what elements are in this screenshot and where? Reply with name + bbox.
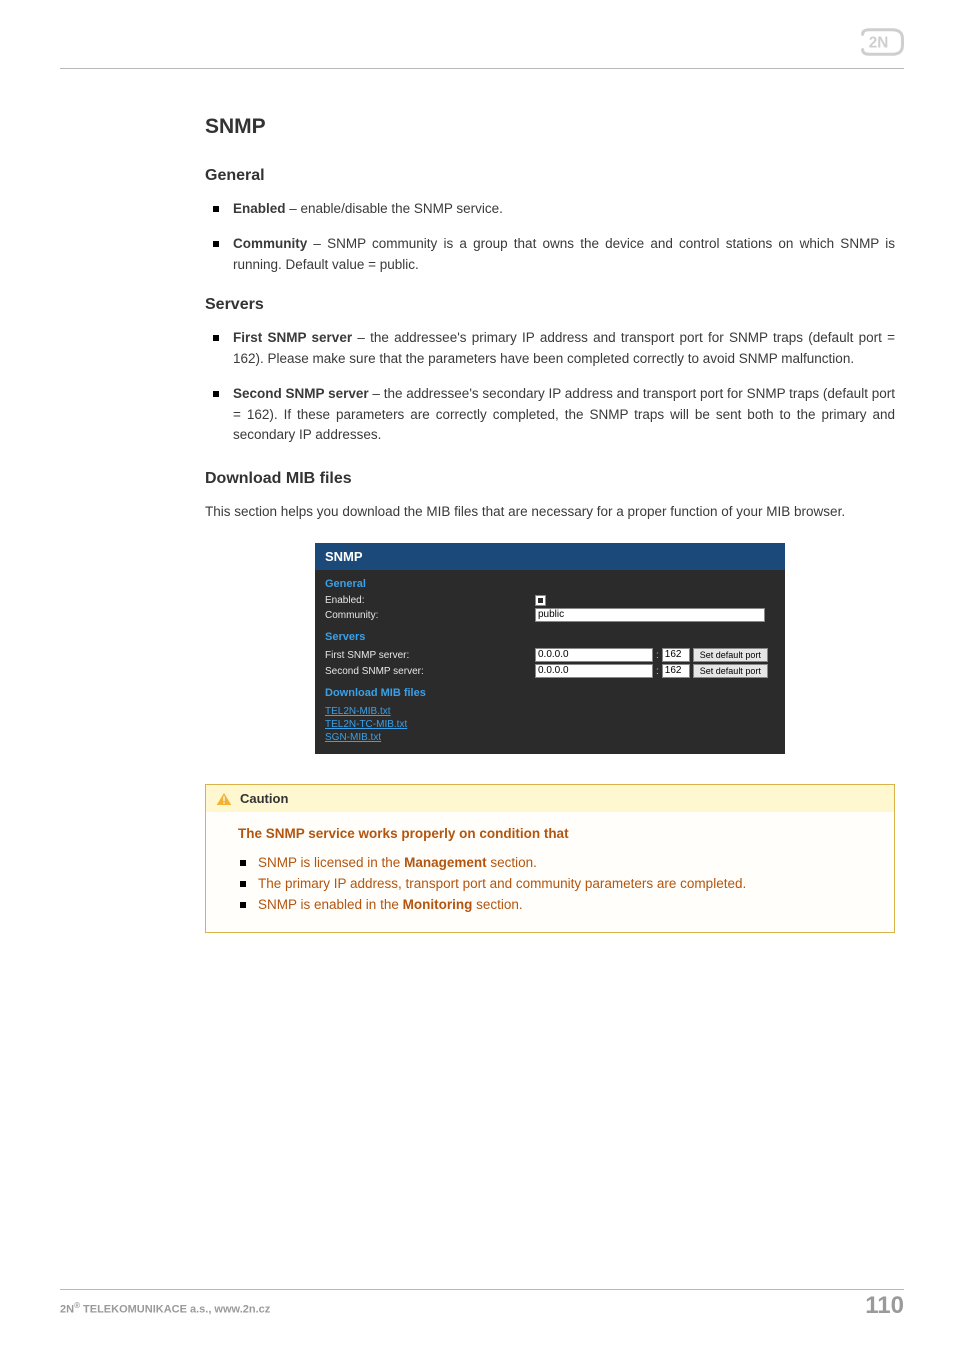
first-ip-input[interactable]: 0.0.0.0 bbox=[535, 648, 653, 662]
caution-item-1: SNMP is licensed in the Management secti… bbox=[258, 853, 876, 874]
term-first-server: First SNMP server bbox=[233, 330, 352, 345]
footer-brand: 2N® TELEKOMUNIKACE a.s., www.2n.cz bbox=[60, 1301, 270, 1316]
general-list: Enabled – enable/disable the SNMP servic… bbox=[205, 199, 895, 276]
panel-title: SNMP bbox=[315, 543, 785, 570]
panel-lbl-second: Second SNMP server: bbox=[325, 666, 535, 677]
caution-box: Caution The SNMP service works properly … bbox=[205, 784, 895, 933]
servers-heading: Servers bbox=[205, 296, 895, 314]
desc-community: – SNMP community is a group that owns th… bbox=[233, 236, 895, 272]
second-port-input[interactable]: 162 bbox=[662, 664, 690, 678]
panel-lbl-community: Community: bbox=[325, 610, 535, 621]
colon-sep: : bbox=[656, 650, 659, 661]
panel-sec-general: General bbox=[315, 570, 785, 594]
colon-sep-2: : bbox=[656, 666, 659, 677]
c3c: section. bbox=[472, 897, 522, 912]
mib-link-3[interactable]: SGN-MIB.txt bbox=[325, 731, 775, 744]
fb-prefix: 2N bbox=[60, 1304, 74, 1316]
second-ip-input[interactable]: 0.0.0.0 bbox=[535, 664, 653, 678]
page-title: SNMP bbox=[205, 115, 895, 139]
first-port-input[interactable]: 162 bbox=[662, 648, 690, 662]
footer-divider bbox=[60, 1289, 904, 1290]
first-server: First SNMP server – the addressee's prim… bbox=[233, 328, 895, 370]
mib-link-2[interactable]: TEL2N-TC-MIB.txt bbox=[325, 718, 775, 731]
enabled-checkbox[interactable] bbox=[535, 595, 546, 606]
caution-title: Caution bbox=[240, 791, 288, 806]
header-divider bbox=[60, 68, 904, 69]
warning-icon bbox=[216, 792, 232, 806]
brand-logo: 2N bbox=[858, 28, 904, 61]
c1c: section. bbox=[487, 855, 537, 870]
c1b: Management bbox=[404, 855, 487, 870]
page-number: 110 bbox=[865, 1292, 904, 1320]
term-enabled: Enabled bbox=[233, 201, 286, 216]
general-heading: General bbox=[205, 167, 895, 185]
mib-link-1[interactable]: TEL2N-MIB.txt bbox=[325, 705, 775, 718]
general-community: Community – SNMP community is a group th… bbox=[233, 234, 895, 276]
second-server: Second SNMP server – the addressee's sec… bbox=[233, 384, 895, 447]
c1a: SNMP is licensed in the bbox=[258, 855, 404, 870]
caution-item-2: The primary IP address, transport port a… bbox=[258, 874, 876, 895]
caution-subheading: The SNMP service works properly on condi… bbox=[238, 826, 876, 841]
mib-body: This section helps you download the MIB … bbox=[205, 502, 895, 523]
c3b: Monitoring bbox=[403, 897, 473, 912]
fb-suffix: TELEKOMUNIKACE a.s., www.2n.cz bbox=[80, 1304, 270, 1316]
second-default-port-button[interactable]: Set default port bbox=[693, 664, 768, 678]
community-input[interactable]: public bbox=[535, 608, 765, 622]
panel-lbl-first: First SNMP server: bbox=[325, 650, 535, 661]
panel-sec-download: Download MIB files bbox=[315, 679, 785, 703]
mib-heading: Download MIB files bbox=[205, 470, 895, 488]
term-community: Community bbox=[233, 236, 307, 251]
servers-list: First SNMP server – the addressee's prim… bbox=[205, 328, 895, 447]
desc-enabled: – enable/disable the SNMP service. bbox=[286, 201, 503, 216]
panel-sec-servers: Servers bbox=[315, 623, 785, 647]
snmp-config-panel: SNMP General Enabled: Community: public … bbox=[315, 543, 785, 754]
first-default-port-button[interactable]: Set default port bbox=[693, 648, 768, 662]
panel-lbl-enabled: Enabled: bbox=[325, 595, 535, 606]
term-second-server: Second SNMP server bbox=[233, 386, 369, 401]
caution-header: Caution bbox=[206, 785, 894, 812]
c3a: SNMP is enabled in the bbox=[258, 897, 403, 912]
caution-item-3: SNMP is enabled in the Monitoring sectio… bbox=[258, 895, 876, 916]
svg-text:2N: 2N bbox=[869, 34, 889, 51]
general-enabled: Enabled – enable/disable the SNMP servic… bbox=[233, 199, 895, 220]
caution-list: SNMP is licensed in the Management secti… bbox=[238, 853, 876, 916]
